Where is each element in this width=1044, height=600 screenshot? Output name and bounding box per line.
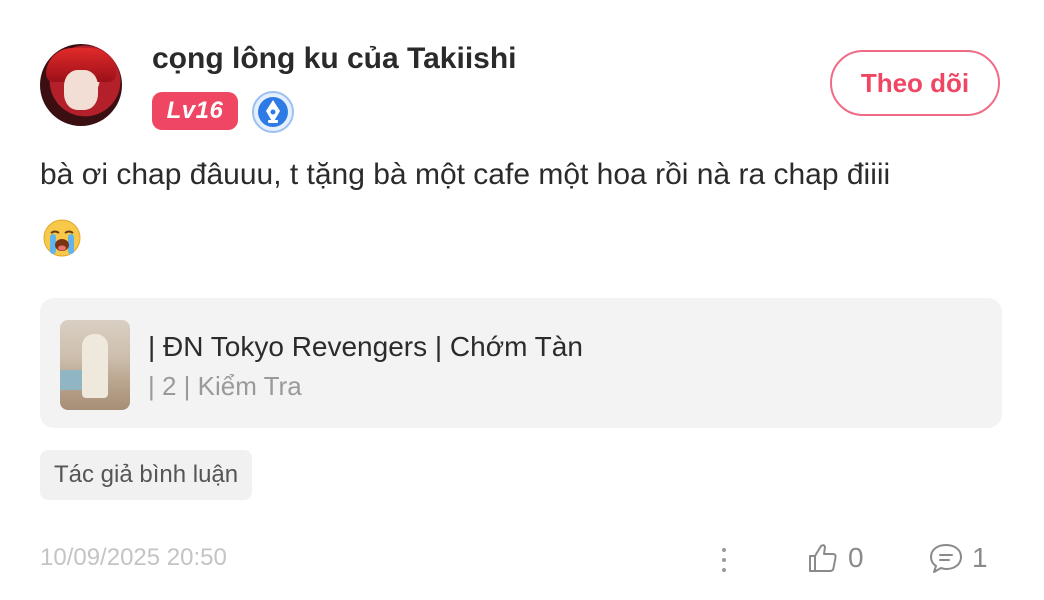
level-badge: Lv16 <box>152 92 238 130</box>
author-comment-tag: Tác giả bình luận <box>40 450 253 500</box>
story-card[interactable]: | ĐN Tokyo Revengers | Chớm Tàn | 2 | Ki… <box>40 298 1002 428</box>
like-count: 0 <box>848 542 864 573</box>
reply-button[interactable]: 1 <box>928 538 988 578</box>
loudly-crying-face-icon <box>43 219 81 257</box>
cover-sea <box>60 370 84 390</box>
reply-count: 1 <box>972 542 988 573</box>
username[interactable]: cọng lông ku của Takiishi <box>152 42 517 76</box>
like-button[interactable]: 0 <box>806 538 864 578</box>
story-chapter: | 2 | Kiểm Tra <box>148 371 302 401</box>
story-title: | ĐN Tokyo Revengers | Chớm Tàn <box>148 331 583 362</box>
follow-button[interactable]: Theo dõi <box>830 50 1000 116</box>
pen-nib-badge-icon <box>252 91 294 133</box>
comment-timestamp: 10/09/2025 20:50 <box>40 544 227 571</box>
avatar-face <box>64 70 98 110</box>
thumbs-up-icon <box>809 544 837 572</box>
comment-text: bà ơi chap đâuuu, t tặng bà một cafe một… <box>40 158 891 191</box>
comment-bubble-icon <box>930 544 962 573</box>
story-cover-image <box>60 320 130 410</box>
more-options-icon[interactable] <box>712 540 736 580</box>
avatar[interactable] <box>40 44 122 126</box>
cover-figure <box>82 334 108 398</box>
